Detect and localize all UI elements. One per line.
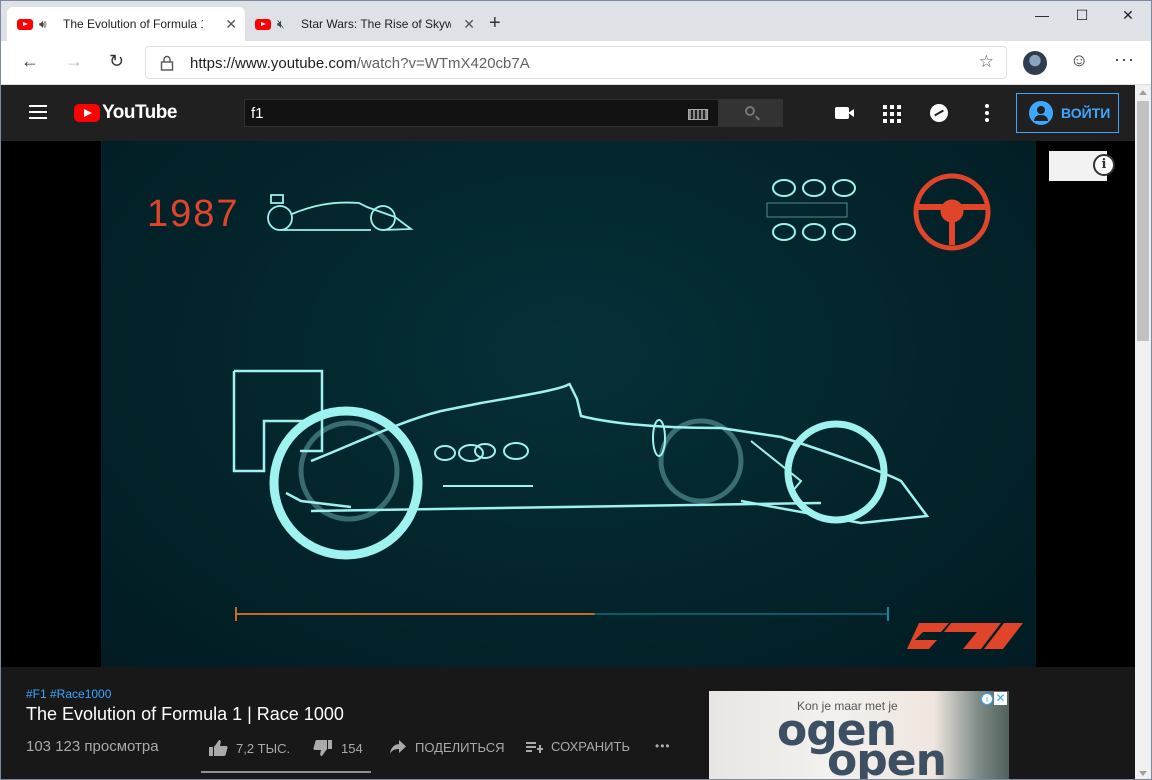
- ad-close-icon[interactable]: ✕: [994, 692, 1007, 705]
- car-blueprint-graphic: [232, 173, 1023, 649]
- search-query: f1: [251, 105, 264, 122]
- like-count: 7,2 ТЫС.: [236, 740, 291, 756]
- sign-in-button[interactable]: ВОЙТИ: [1016, 93, 1119, 133]
- tab-star-wars[interactable]: 🔇︎ Star Wars: The Rise of Skywalker ✕: [245, 7, 483, 41]
- speaker-playing-icon[interactable]: 🔊︎: [39, 17, 57, 32]
- like-button[interactable]: 7,2 ТЫС.: [208, 739, 290, 757]
- browser-window: 🔊︎ The Evolution of Formula 1 | Race 100…: [0, 0, 1152, 780]
- url-text: https://www.youtube.com/watch?v=WTmX420c…: [190, 55, 530, 72]
- scroll-up-arrow-icon[interactable]: [1139, 90, 1147, 95]
- profile-avatar[interactable]: [1023, 51, 1047, 75]
- browser-toolbar: ← → ↻ https://www.youtube.com/watch?v=WT…: [1, 41, 1151, 85]
- search-button[interactable]: [719, 99, 783, 127]
- url-path: /watch?v=WTmX420cb7A: [356, 55, 530, 72]
- video-player[interactable]: 1987 i: [1, 141, 1135, 667]
- search-input[interactable]: f1: [244, 99, 719, 127]
- new-tab-button[interactable]: +: [489, 13, 501, 33]
- main-car-drawing: [232, 369, 930, 560]
- sign-in-label: ВОЙТИ: [1061, 105, 1111, 121]
- f1-logo-icon: [907, 623, 1023, 649]
- thumbs-down-icon: [313, 740, 332, 756]
- settings-dots-icon[interactable]: [985, 104, 989, 125]
- video-info-section: #F1 #Race1000 The Evolution of Formula 1…: [1, 667, 1135, 780]
- add-to-playlist-icon: [526, 741, 543, 753]
- video-frame[interactable]: 1987: [101, 141, 1036, 667]
- youtube-favicon-icon: [255, 18, 271, 30]
- like-ratio-bar: [201, 771, 371, 773]
- youtube-header: YouTube f1 ВОЙТИ: [1, 85, 1135, 141]
- feedback-smiley-icon[interactable]: ☺: [1070, 50, 1088, 71]
- close-window-button[interactable]: ✕: [1105, 7, 1151, 24]
- banner-ad[interactable]: Kon je maar met je ogen open i ✕: [709, 691, 1009, 780]
- share-arrow-icon: [390, 740, 406, 754]
- tab-formula1[interactable]: 🔊︎ The Evolution of Formula 1 | Race 100…: [7, 7, 245, 41]
- browser-menu-icon[interactable]: ···: [1114, 49, 1135, 70]
- scroll-down-arrow-icon[interactable]: [1139, 771, 1147, 776]
- video-title: The Evolution of Formula 1 | Race 1000: [26, 704, 344, 724]
- tab-strip: 🔊︎ The Evolution of Formula 1 | Race 100…: [1, 1, 1151, 41]
- favorite-star-icon[interactable]: ☆: [979, 52, 994, 72]
- lock-icon: [160, 55, 174, 71]
- apps-grid-icon[interactable]: [883, 105, 901, 123]
- view-count: 103 123 просмотра: [26, 738, 159, 755]
- search-icon: [745, 106, 755, 116]
- ad-headline-line2: open: [827, 735, 947, 780]
- timeline-bar: [235, 607, 889, 621]
- tab-title: The Evolution of Formula 1 | Race 1000: [63, 17, 203, 31]
- share-label: ПОДЕЛИТЬСЯ: [415, 739, 505, 755]
- small-car-icon: [267, 194, 414, 231]
- info-icon: i: [1093, 154, 1115, 176]
- dislike-count: 154: [341, 740, 363, 756]
- dislike-button[interactable]: 154: [313, 739, 363, 757]
- account-icon: [1029, 101, 1053, 125]
- youtube-logo-icon[interactable]: [74, 104, 100, 122]
- save-button[interactable]: СОХРАНИТЬ: [525, 739, 630, 754]
- address-bar[interactable]: https://www.youtube.com/watch?v=WTmX420c…: [145, 46, 1007, 79]
- thumbs-up-icon: [209, 740, 228, 756]
- youtube-wordmark[interactable]: YouTube: [102, 102, 177, 124]
- ad-info-icon[interactable]: i: [981, 693, 993, 705]
- video-hashtags[interactable]: #F1 #Race1000: [26, 687, 111, 701]
- url-host: https://www.youtube.com: [190, 55, 357, 72]
- steering-wheel-icon: [913, 173, 991, 251]
- messages-icon[interactable]: [930, 104, 948, 122]
- close-tab-icon[interactable]: ✕: [225, 16, 237, 33]
- share-button[interactable]: ПОДЕЛИТЬСЯ: [389, 739, 504, 755]
- forward-arrow-icon[interactable]: →: [65, 51, 83, 72]
- speaker-muted-icon[interactable]: 🔇︎: [277, 17, 295, 32]
- scrollbar-thumb[interactable]: [1137, 101, 1149, 341]
- tyre-schematic-icon: [766, 179, 856, 241]
- back-arrow-icon[interactable]: ←: [21, 51, 39, 72]
- create-video-icon[interactable]: [835, 107, 854, 119]
- tab-title: Star Wars: The Rise of Skywalker: [301, 17, 451, 31]
- youtube-favicon-icon: [17, 18, 33, 30]
- save-label: СОХРАНИТЬ: [551, 739, 630, 754]
- page-scrollbar[interactable]: [1135, 85, 1151, 779]
- close-tab-icon[interactable]: ✕: [463, 16, 475, 33]
- refresh-icon[interactable]: ↻: [109, 51, 124, 72]
- hamburger-menu-icon[interactable]: [29, 105, 47, 119]
- maximize-button[interactable]: ☐: [1059, 7, 1105, 24]
- info-card-button[interactable]: i: [1049, 151, 1115, 181]
- more-actions-button[interactable]: •••: [655, 739, 671, 753]
- keyboard-icon[interactable]: [688, 109, 708, 120]
